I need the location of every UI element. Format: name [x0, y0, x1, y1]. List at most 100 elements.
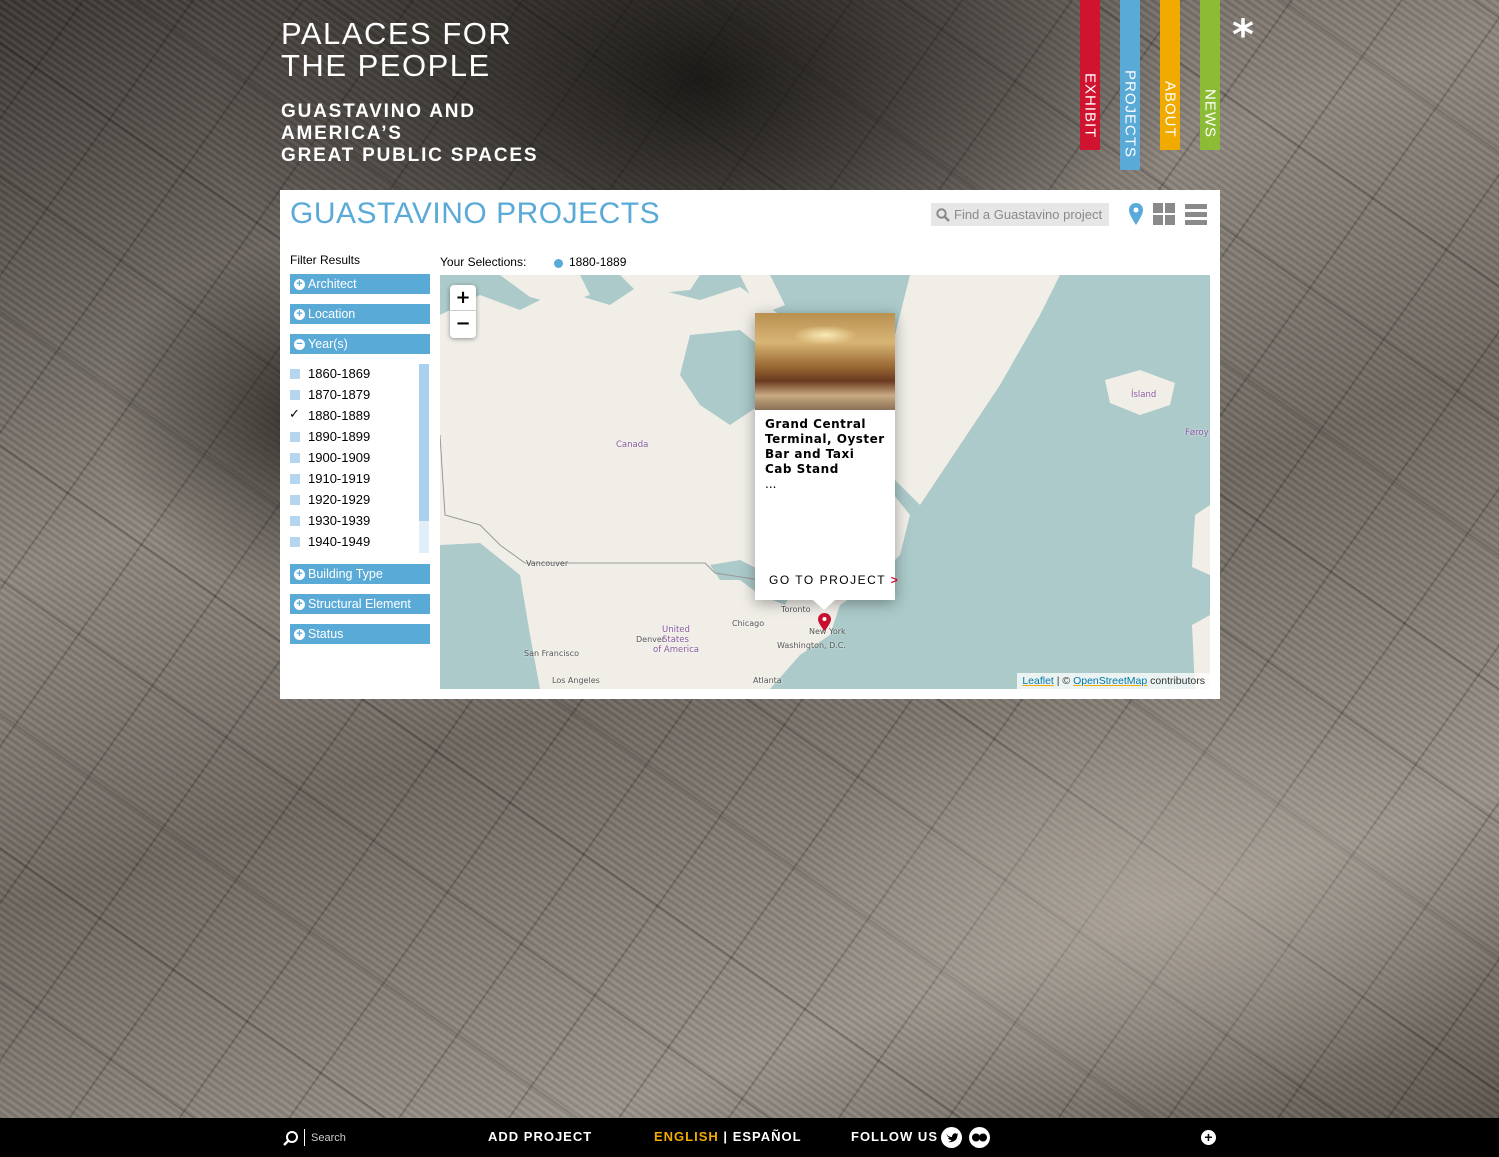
plus-circle-icon: +	[294, 568, 305, 580]
checkbox[interactable]	[290, 494, 300, 505]
project-search[interactable]	[931, 203, 1109, 226]
flickr-icon	[972, 1133, 987, 1142]
add-project-link[interactable]: ADD PROJECT	[488, 1129, 592, 1144]
year-option[interactable]: 1890-1899	[290, 426, 430, 447]
map-label-toronto: Toronto	[781, 605, 811, 614]
site-title[interactable]: PALACES FOR THE PEOPLE	[281, 18, 512, 82]
nav-tab-label: ABOUT	[1161, 81, 1179, 138]
land-europe	[1192, 505, 1210, 689]
map-label-canada: Canada	[616, 440, 649, 450]
search-icon	[936, 207, 950, 222]
filter-label: Structural Element	[308, 597, 411, 611]
year-label: 1890-1899	[308, 429, 371, 444]
selection-chip[interactable]: 1880-1889	[554, 255, 626, 268]
grid-view-button[interactable]	[1153, 203, 1175, 229]
site-subtitle: GUASTAVINO AND AMERICA’S GREAT PUBLIC SP…	[281, 101, 538, 167]
chevron-right-icon: >	[890, 573, 900, 587]
expand-footer-button[interactable]: +	[1201, 1130, 1216, 1145]
list-view-button[interactable]	[1185, 203, 1207, 229]
map-label-los-angeles: Los Angeles	[552, 676, 600, 685]
lang-separator: |	[723, 1129, 729, 1144]
year-scrollbar-thumb[interactable]	[419, 364, 429, 521]
map[interactable]: Canada United States of America Ísland F…	[440, 275, 1210, 689]
footer: Search ADD PROJECT ENGLISH | ESPAÑOL FOL…	[0, 1118, 1499, 1157]
view-switcher	[1129, 203, 1207, 229]
openstreetmap-link[interactable]: OpenStreetMap	[1073, 675, 1147, 687]
map-label-faroe: Føroy	[1185, 428, 1209, 438]
filter-building-type[interactable]: + Building Type	[290, 564, 430, 584]
footer-search[interactable]: Search	[283, 1129, 346, 1146]
map-label-denver: Denver	[636, 635, 666, 644]
selections-label: Your Selections:	[440, 255, 527, 268]
checkbox[interactable]	[290, 368, 300, 379]
filter-label: Building Type	[308, 567, 383, 581]
filter-location[interactable]: + Location	[290, 304, 430, 324]
lang-english[interactable]: ENGLISH	[654, 1129, 719, 1144]
nav-tab-about[interactable]: ABOUT	[1160, 0, 1180, 150]
go-to-project-link[interactable]: GO TO PROJECT >	[769, 573, 899, 587]
filter-status[interactable]: + Status	[290, 624, 430, 644]
checkbox[interactable]	[290, 389, 300, 400]
filter-years[interactable]: − Year(s)	[290, 334, 430, 354]
project-popup: Grand Central Terminal, Oyster Bar and T…	[755, 313, 898, 610]
leaflet-link[interactable]: Leaflet	[1022, 675, 1054, 687]
filter-structural-element[interactable]: + Structural Element	[290, 594, 430, 614]
map-label-usa-2: States	[662, 635, 689, 645]
year-option[interactable]: 1880-1889	[289, 405, 430, 426]
flickr-button[interactable]	[969, 1127, 990, 1148]
attribution-separator: | ©	[1053, 675, 1074, 687]
filter-heading: Filter Results	[290, 253, 361, 267]
filter-label: Status	[308, 627, 344, 641]
year-option[interactable]: 1910-1919	[290, 468, 430, 489]
year-label: 1860-1869	[308, 366, 371, 381]
checkbox[interactable]	[290, 473, 300, 484]
lang-espanol[interactable]: ESPAÑOL	[733, 1129, 802, 1144]
map-label-washington: Washington, D.C.	[777, 641, 846, 650]
selection-chip-label: 1880-1889	[569, 255, 627, 268]
filter-label: Location	[308, 307, 356, 321]
checkbox[interactable]	[290, 536, 300, 547]
nav-tab-news[interactable]: NEWS	[1200, 0, 1220, 150]
project-popup-excerpt: ...	[765, 477, 777, 491]
year-option[interactable]: 1940-1949	[290, 531, 430, 552]
year-label: 1930-1939	[308, 513, 371, 528]
year-option[interactable]: 1920-1929	[290, 489, 430, 510]
year-option[interactable]: 1930-1939	[290, 510, 430, 531]
land-greenland	[880, 275, 1060, 505]
search-icon	[283, 1130, 298, 1146]
nav-tab-projects[interactable]: PROJECTS	[1120, 0, 1140, 170]
plus-circle-icon: +	[294, 278, 305, 290]
minus-circle-icon: −	[294, 338, 305, 350]
zoom-out-button[interactable]: −	[450, 311, 476, 337]
year-list: 1860-1869 1870-1879 1880-1889 1890-1899 …	[289, 363, 430, 553]
map-label-usa-1: United	[662, 625, 690, 635]
checkbox[interactable]	[290, 515, 300, 526]
site-subtitle-line3: GREAT PUBLIC SPACES	[281, 145, 539, 166]
year-option[interactable]: 1860-1869	[290, 363, 430, 384]
zoom-in-button[interactable]: +	[450, 285, 476, 311]
filter-architect[interactable]: + Architect	[290, 274, 430, 294]
projects-panel: GUASTAVINO PROJECTS Find a Guastavino pr…	[280, 190, 1220, 699]
map-label-vancouver: Vancouver	[526, 559, 569, 568]
map-label-san-francisco: San Francisco	[524, 649, 579, 658]
year-label: 1910-1919	[308, 471, 371, 486]
nav-tab-label: PROJECTS	[1121, 69, 1139, 158]
zoom-control: + −	[450, 285, 476, 338]
map-view-button[interactable]	[1129, 203, 1143, 229]
map-marker[interactable]	[818, 613, 831, 635]
year-option[interactable]: 1870-1879	[290, 384, 430, 405]
language-switcher: ENGLISH | ESPAÑOL	[654, 1129, 802, 1144]
grid-view-icon	[1153, 203, 1175, 225]
remove-selection-icon[interactable]	[554, 259, 563, 268]
year-option[interactable]: 1900-1909	[290, 447, 430, 468]
checkbox[interactable]	[290, 452, 300, 463]
twitter-button[interactable]	[941, 1127, 962, 1148]
project-search-input[interactable]	[954, 207, 1104, 222]
nav-tab-exhibit[interactable]: EXHIBIT	[1080, 0, 1100, 150]
project-thumbnail[interactable]	[755, 313, 895, 410]
asterisk-icon[interactable]: *	[1232, 14, 1254, 56]
site-subtitle-line2: AMERICA’S	[281, 123, 403, 144]
checkbox[interactable]	[290, 431, 300, 442]
year-label: 1880-1889	[308, 408, 371, 423]
checkbox-checked[interactable]	[289, 406, 300, 422]
